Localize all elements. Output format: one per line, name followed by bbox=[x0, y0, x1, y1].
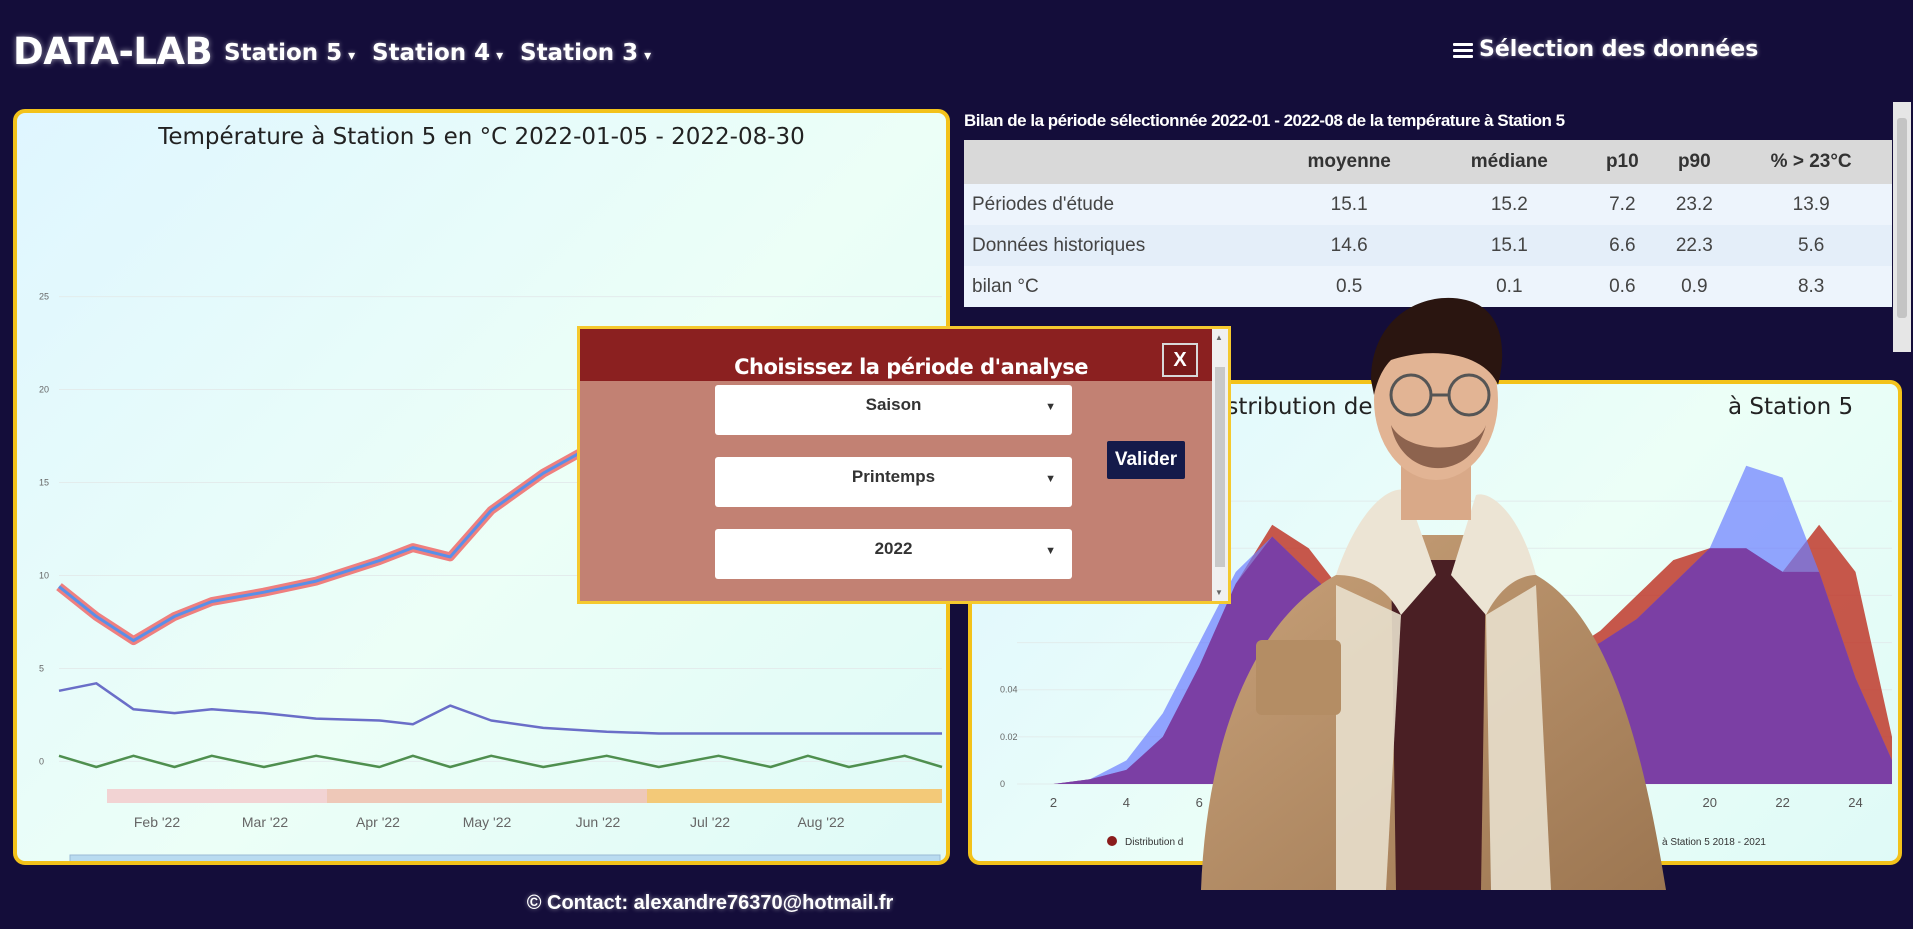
table-cell: 15.1 bbox=[1432, 225, 1587, 266]
table-cell: 8.3 bbox=[1730, 266, 1892, 307]
y-tick-label: 0.04 bbox=[1000, 685, 1018, 695]
chevron-down-icon: ▼ bbox=[1045, 401, 1056, 413]
range-slider bbox=[69, 854, 941, 861]
data-selection-label: Sélection des données bbox=[1479, 37, 1759, 62]
y-tick-label: 10 bbox=[39, 570, 49, 580]
period-band bbox=[107, 789, 327, 803]
menu-icon bbox=[1453, 40, 1473, 61]
caret-down-icon: ▾ bbox=[348, 48, 356, 64]
chevron-down-icon: ▼ bbox=[1045, 545, 1056, 557]
summary-title: Bilan de la période sélectionnée 2022-01… bbox=[964, 111, 1565, 130]
x-tick-label: Jun '22 bbox=[576, 814, 621, 830]
period-band bbox=[327, 789, 647, 803]
submit-button[interactable]: Valider bbox=[1107, 441, 1185, 479]
x-tick-label: 24 bbox=[1848, 795, 1862, 810]
table-header-row: moyenne médiane p10 p90 % > 23°C bbox=[964, 140, 1892, 184]
legend-marker bbox=[1107, 836, 1117, 846]
select-value: Saison bbox=[865, 395, 922, 414]
y-tick-label: 25 bbox=[39, 292, 49, 302]
legend-label: à Station 5 2018 - 2021 bbox=[1662, 837, 1766, 848]
table-cell: 23.2 bbox=[1658, 184, 1731, 225]
table-row: Périodes d'étude 15.1 15.2 7.2 23.2 13.9 bbox=[964, 184, 1892, 225]
table-header: p10 bbox=[1586, 140, 1659, 184]
table-cell: 5.6 bbox=[1730, 225, 1892, 266]
table-cell: Périodes d'étude bbox=[964, 184, 1266, 225]
table-header: moyenne bbox=[1266, 140, 1433, 184]
table-header: % > 23°C bbox=[1730, 140, 1892, 184]
nav-menu-station-5[interactable]: Station 5 ▾ bbox=[224, 40, 355, 66]
nav-menu-station-3[interactable]: Station 3 ▾ bbox=[520, 40, 651, 66]
x-tick-label: 4 bbox=[1123, 795, 1130, 810]
y-tick-label: 0 bbox=[1000, 779, 1005, 789]
year-select[interactable]: 2022 ▼ bbox=[715, 529, 1072, 579]
y-tick-label: 5 bbox=[39, 663, 44, 673]
table-cell: 15.1 bbox=[1266, 184, 1433, 225]
period-type-select[interactable]: Saison ▼ bbox=[715, 385, 1072, 435]
caret-down-icon: ▾ bbox=[496, 48, 504, 64]
y-tick-label: 15 bbox=[39, 478, 49, 488]
table-cell: 14.6 bbox=[1266, 225, 1433, 266]
x-tick-label: 22 bbox=[1775, 795, 1789, 810]
table-cell: Données historiques bbox=[964, 225, 1266, 266]
period-band bbox=[647, 789, 942, 803]
nav-menu-label: Station 4 bbox=[372, 40, 491, 66]
y-tick-label: 20 bbox=[39, 385, 49, 395]
summary-table: moyenne médiane p10 p90 % > 23°C Période… bbox=[964, 140, 1892, 307]
caret-down-icon: ▾ bbox=[644, 48, 652, 64]
x-tick-label: Mar '22 bbox=[242, 814, 288, 830]
table-header: p90 bbox=[1658, 140, 1731, 184]
table-row: Données historiques 14.6 15.1 6.6 22.3 5… bbox=[964, 225, 1892, 266]
table-cell: 15.2 bbox=[1432, 184, 1587, 225]
x-tick-label: Jul '22 bbox=[690, 814, 730, 830]
x-tick-label: 20 bbox=[1702, 795, 1716, 810]
table-cell: 13.9 bbox=[1730, 184, 1892, 225]
nav-menu-station-4[interactable]: Station 4 ▾ bbox=[372, 40, 503, 66]
nav-menu-label: Station 3 bbox=[520, 40, 639, 66]
select-value: 2022 bbox=[874, 539, 913, 558]
x-tick-label: Feb '22 bbox=[134, 814, 180, 830]
season-select[interactable]: Printemps ▼ bbox=[715, 457, 1072, 507]
modal-title: Choisissez la période d'analyse bbox=[734, 355, 1088, 379]
period-selection-modal: Choisissez la période d'analyse X Saison… bbox=[577, 326, 1231, 604]
table-cell: 7.2 bbox=[1586, 184, 1659, 225]
x-tick-label: Aug '22 bbox=[797, 814, 844, 830]
nav-menu-label: Station 5 bbox=[224, 40, 343, 66]
y-tick-label: 0.02 bbox=[1000, 732, 1018, 742]
summary-scrollbar[interactable] bbox=[1893, 102, 1911, 352]
table-cell: 6.6 bbox=[1586, 225, 1659, 266]
x-tick-label: Apr '22 bbox=[356, 814, 400, 830]
person-photo bbox=[1201, 297, 1666, 890]
table-header: médiane bbox=[1432, 140, 1587, 184]
y-tick-label: 0 bbox=[39, 756, 44, 766]
data-selection-button[interactable]: Sélection des données bbox=[1453, 37, 1758, 62]
table-header bbox=[964, 140, 1266, 184]
footer-contact[interactable]: © Contact: alexandre76370@hotmail.fr bbox=[0, 892, 1420, 915]
chevron-down-icon: ▼ bbox=[1045, 473, 1056, 485]
brand-logo[interactable]: DATA-LAB bbox=[13, 30, 213, 73]
series-line bbox=[58, 682, 942, 735]
scrollbar-thumb[interactable] bbox=[1897, 118, 1907, 318]
table-cell: 22.3 bbox=[1658, 225, 1731, 266]
x-tick-label: May '22 bbox=[463, 814, 512, 830]
navbar: DATA-LAB Station 5 ▾ Station 4 ▾ Station 3… bbox=[0, 0, 1913, 104]
select-value: Printemps bbox=[851, 467, 936, 486]
legend-label: Distribution d bbox=[1125, 837, 1183, 848]
x-tick-label: 2 bbox=[1050, 795, 1057, 810]
